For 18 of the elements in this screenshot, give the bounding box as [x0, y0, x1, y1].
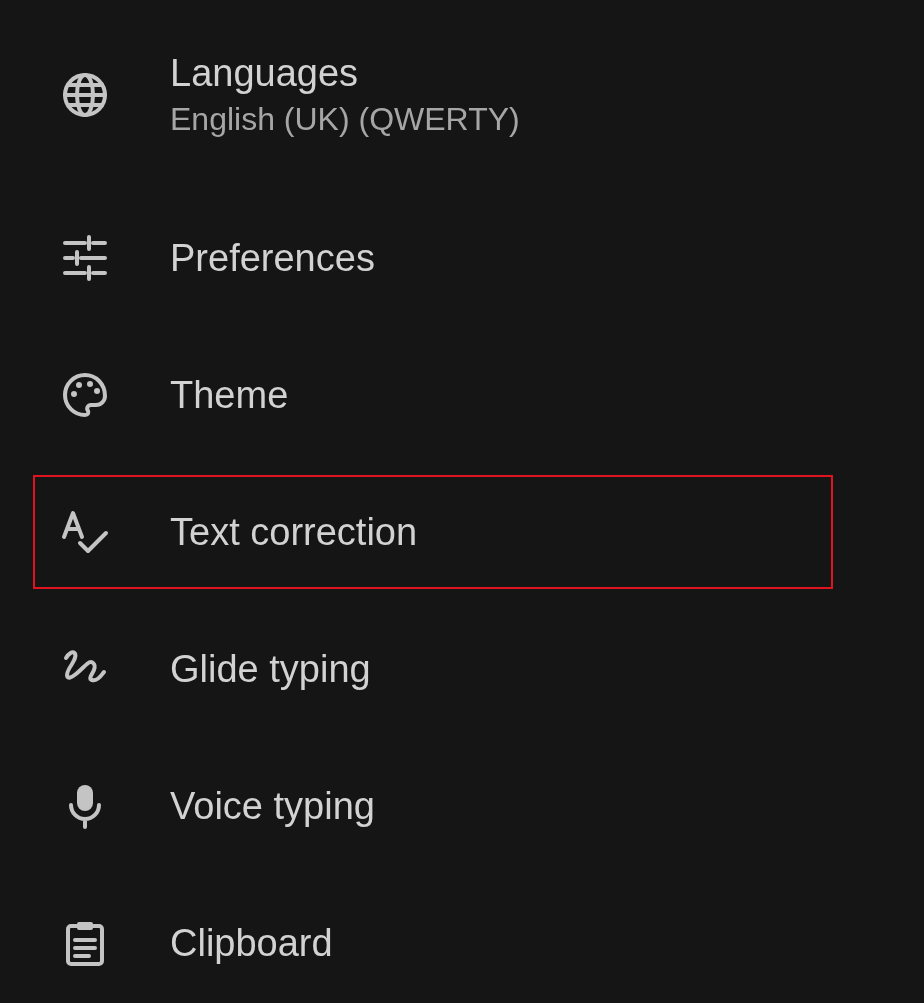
settings-item[interactable]: Glide typing — [33, 612, 833, 726]
item-title: Text correction — [170, 510, 418, 554]
settings-item[interactable]: Preferences — [33, 201, 833, 315]
item-title: Glide typing — [170, 647, 371, 691]
item-title: Voice typing — [170, 784, 375, 828]
item-subtitle: English (UK) (QWERTY) — [170, 101, 520, 138]
item-title: Preferences — [170, 236, 375, 280]
settings-item[interactable]: Clipboard — [33, 886, 833, 1000]
settings-item[interactable]: Theme — [33, 338, 833, 452]
item-title: Languages — [170, 52, 360, 95]
settings-item[interactable]: Text correction — [33, 475, 833, 589]
item-title: Theme — [170, 373, 289, 417]
palette-icon — [60, 370, 110, 420]
sliders-icon — [60, 233, 110, 283]
globe-icon — [60, 70, 110, 120]
settings-item[interactable]: Languages English (UK) (QWERTY) — [33, 12, 833, 178]
item-title: Clipboard — [170, 921, 333, 965]
settings-item[interactable]: Voice typing — [33, 749, 833, 863]
